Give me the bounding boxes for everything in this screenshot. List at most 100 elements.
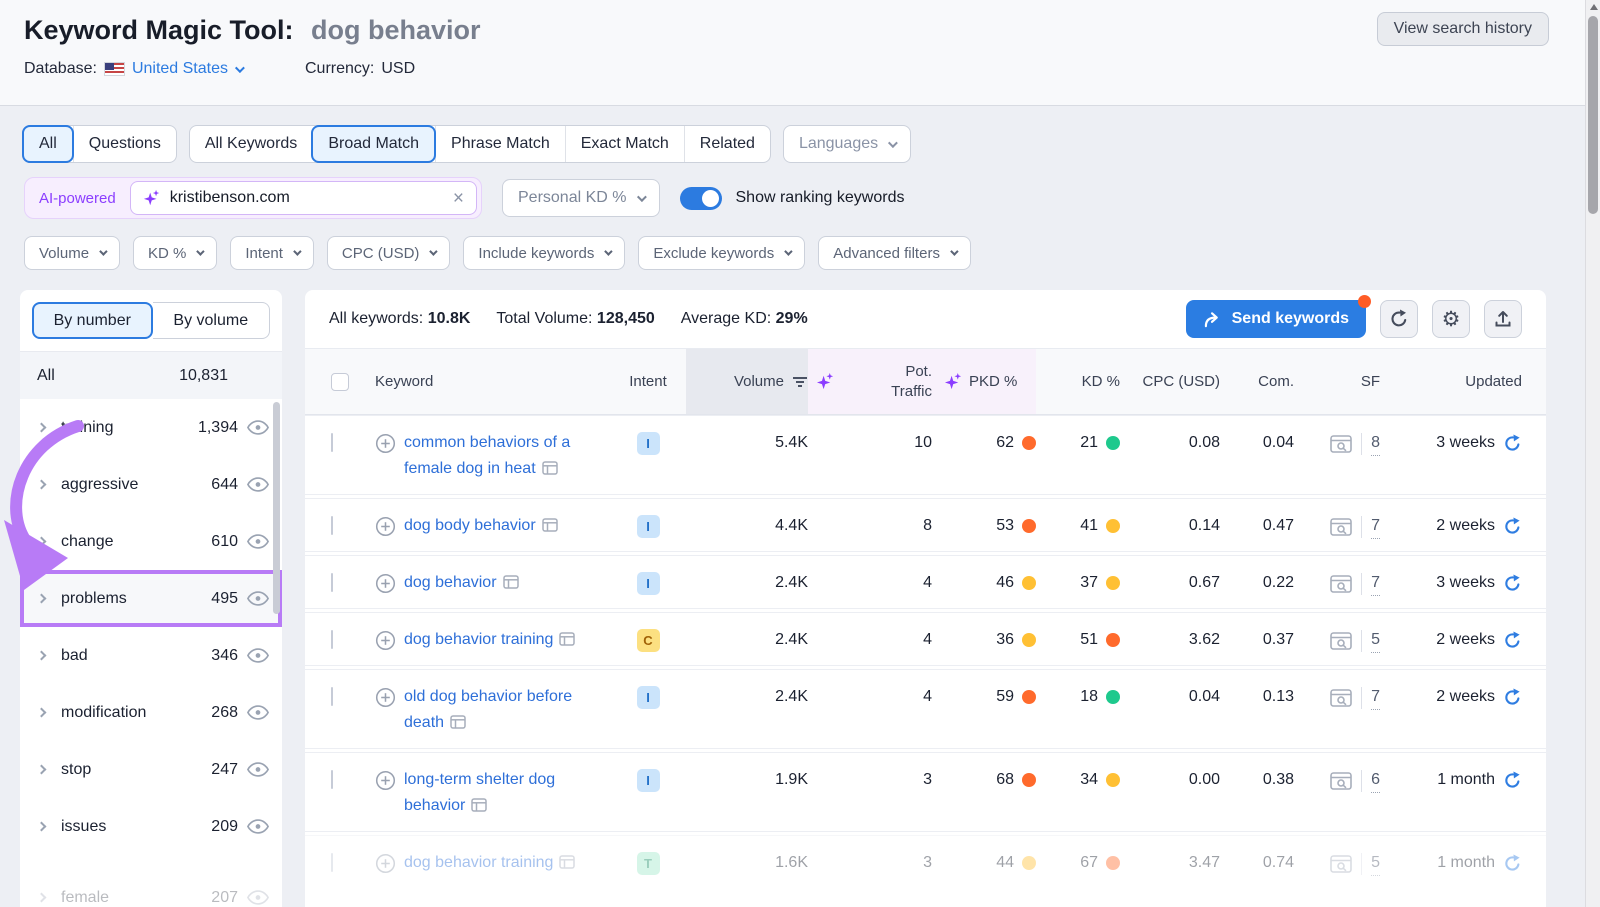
tab-all[interactable]: All	[22, 125, 74, 163]
add-keyword-icon[interactable]	[375, 516, 396, 537]
column-cpc[interactable]: CPC (USD)	[1143, 373, 1221, 390]
eye-icon[interactable]	[247, 533, 269, 550]
tab-phrase-match[interactable]: Phrase Match	[435, 126, 565, 162]
keyword-link[interactable]: dog behavior	[404, 570, 519, 596]
sf-count[interactable]: 6	[1371, 769, 1380, 793]
add-keyword-icon[interactable]	[375, 573, 396, 594]
keyword-link[interactable]: dog behavior training	[404, 850, 575, 876]
eye-icon[interactable]	[247, 476, 269, 493]
serp-preview-icon[interactable]	[1330, 518, 1352, 536]
serp-icon[interactable]	[542, 461, 558, 475]
serp-preview-icon[interactable]	[1330, 435, 1352, 453]
eye-icon[interactable]	[247, 647, 269, 664]
domain-search-input[interactable]: kristibenson.com ×	[130, 181, 477, 215]
serp-preview-icon[interactable]	[1330, 772, 1352, 790]
exclude-keywords-filter[interactable]: Exclude keywords	[638, 236, 805, 270]
column-pot-traffic[interactable]: Pot. Traffic	[808, 349, 932, 414]
include-keywords-filter[interactable]: Include keywords	[463, 236, 625, 270]
sidebar-item-modification[interactable]: modification 268	[20, 684, 282, 741]
clear-input-icon[interactable]: ×	[453, 189, 464, 208]
serp-preview-icon[interactable]	[1330, 689, 1352, 707]
advanced-filters[interactable]: Advanced filters	[818, 236, 971, 270]
row-checkbox[interactable]	[331, 433, 333, 452]
refresh-icon[interactable]	[1503, 434, 1522, 453]
scroll-up-arrow[interactable]	[1590, 4, 1598, 10]
tab-all-keywords[interactable]: All Keywords	[190, 126, 312, 162]
add-keyword-icon[interactable]	[375, 433, 396, 454]
send-keywords-button[interactable]: Send keywords	[1186, 300, 1366, 338]
serp-icon[interactable]	[559, 632, 575, 646]
sidebar-item-change[interactable]: change 610	[20, 513, 282, 570]
page-scrollbar[interactable]	[1585, 0, 1600, 907]
sf-count[interactable]: 5	[1371, 629, 1380, 653]
row-checkbox[interactable]	[331, 630, 333, 649]
refresh-icon[interactable]	[1503, 771, 1522, 790]
keyword-link[interactable]: dog body behavior	[404, 513, 558, 539]
tab-questions[interactable]: Questions	[73, 126, 176, 162]
sidebar-scrollbar[interactable]	[273, 402, 280, 614]
show-ranking-keywords-toggle[interactable]	[680, 187, 722, 210]
eye-icon[interactable]	[247, 590, 269, 607]
sf-count[interactable]: 5	[1371, 852, 1380, 876]
refresh-icon[interactable]	[1503, 854, 1522, 873]
sf-count[interactable]: 8	[1371, 432, 1380, 456]
row-checkbox[interactable]	[331, 516, 333, 535]
sidebar-item-issues[interactable]: issues 209	[20, 798, 282, 855]
eye-icon[interactable]	[247, 818, 269, 835]
refresh-icon[interactable]	[1503, 631, 1522, 650]
add-keyword-icon[interactable]	[375, 630, 396, 651]
column-volume[interactable]: Volume	[686, 349, 808, 414]
keyword-link[interactable]: long-term shelter dog behavior	[404, 767, 610, 819]
sidebar-item-training[interactable]: training 1,394	[20, 399, 282, 456]
settings-button[interactable]: ⚙	[1432, 300, 1470, 338]
keyword-link[interactable]: common behaviors of a female dog in heat	[404, 430, 610, 482]
serp-preview-icon[interactable]	[1330, 632, 1352, 650]
sidebar-item-all[interactable]: All 10,831	[20, 352, 282, 399]
refresh-icon[interactable]	[1503, 517, 1522, 536]
refresh-button[interactable]	[1380, 300, 1418, 338]
languages-dropdown[interactable]: Languages	[783, 125, 911, 163]
sf-count[interactable]: 7	[1371, 572, 1380, 596]
by-volume-tab[interactable]: By volume	[153, 302, 271, 339]
eye-icon[interactable]	[247, 761, 269, 778]
scrollbar-thumb[interactable]	[1588, 16, 1598, 214]
sf-count[interactable]: 7	[1371, 686, 1380, 710]
keyword-link[interactable]: dog behavior training	[404, 627, 575, 653]
view-search-history-button[interactable]: View search history	[1377, 12, 1549, 46]
serp-icon[interactable]	[559, 855, 575, 869]
sidebar-item-stop[interactable]: stop 247	[20, 741, 282, 798]
column-intent[interactable]: Intent	[629, 373, 667, 390]
tab-exact-match[interactable]: Exact Match	[565, 126, 684, 162]
column-sf[interactable]: SF	[1361, 373, 1380, 390]
column-pkd[interactable]: PKD %	[932, 349, 1036, 414]
keyword-link[interactable]: old dog behavior before death	[404, 684, 610, 736]
personal-kd-dropdown[interactable]: Personal KD %	[502, 179, 660, 217]
sf-count[interactable]: 7	[1371, 515, 1380, 539]
eye-icon[interactable]	[247, 704, 269, 721]
add-keyword-icon[interactable]	[375, 687, 396, 708]
intent-filter[interactable]: Intent	[230, 236, 314, 270]
serp-icon[interactable]	[450, 715, 466, 729]
sidebar-item-bad[interactable]: bad 346	[20, 627, 282, 684]
serp-icon[interactable]	[471, 798, 487, 812]
column-com[interactable]: Com.	[1258, 373, 1294, 390]
add-keyword-icon[interactable]	[375, 770, 396, 791]
serp-preview-icon[interactable]	[1330, 575, 1352, 593]
database-select[interactable]: United States	[132, 60, 242, 78]
row-checkbox[interactable]	[331, 853, 333, 872]
sidebar-item-aggressive[interactable]: aggressive 644	[20, 456, 282, 513]
sidebar-item-female[interactable]: female 207	[20, 869, 282, 907]
refresh-icon[interactable]	[1503, 574, 1522, 593]
column-kd[interactable]: KD %	[1082, 373, 1120, 390]
by-number-tab[interactable]: By number	[32, 302, 153, 339]
row-checkbox[interactable]	[331, 770, 333, 789]
column-updated[interactable]: Updated	[1465, 373, 1522, 390]
row-checkbox[interactable]	[331, 687, 333, 706]
serp-preview-icon[interactable]	[1330, 855, 1352, 873]
refresh-icon[interactable]	[1503, 688, 1522, 707]
sidebar-item-problems[interactable]: problems 495	[20, 570, 282, 627]
column-keyword[interactable]: Keyword	[375, 373, 433, 390]
tab-related[interactable]: Related	[684, 126, 770, 162]
serp-icon[interactable]	[542, 518, 558, 532]
volume-filter[interactable]: Volume	[24, 236, 120, 270]
